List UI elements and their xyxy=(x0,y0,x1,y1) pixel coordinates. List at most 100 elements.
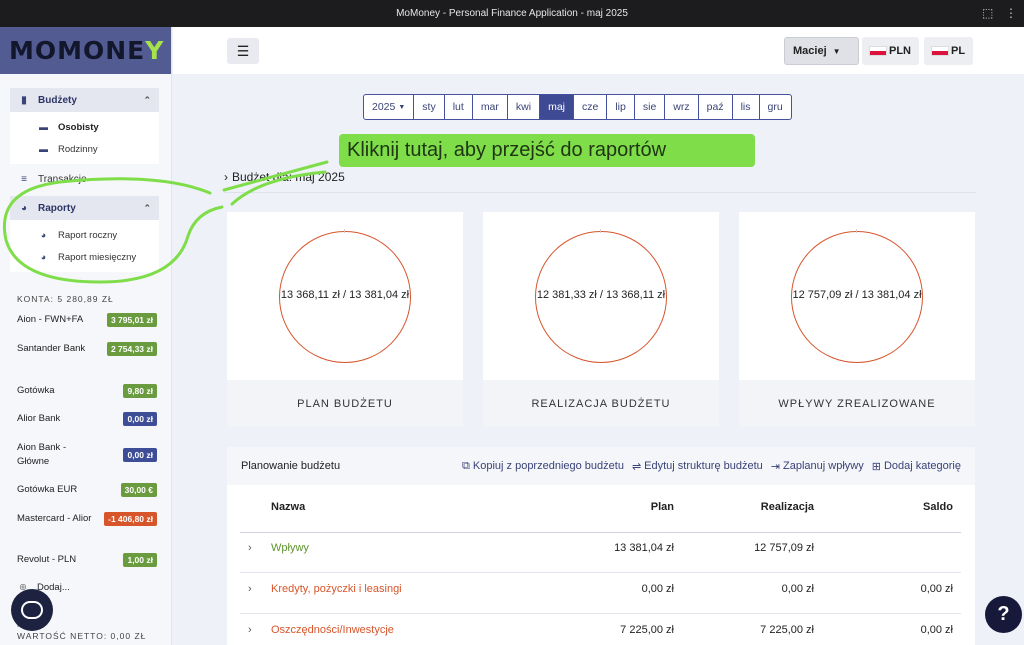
account-item[interactable]: Gotówka 9,80 zł xyxy=(17,384,157,398)
table-row[interactable]: › Wpływy 13 381,04 zł 12 757,09 zł xyxy=(240,542,961,573)
menu-toggle-button[interactable]: ☰ xyxy=(227,38,259,64)
budgets-section: ▮ Budżety ⌃ ▬ Osobisty ▬ Rodzinny xyxy=(10,88,159,164)
card-label: PLAN BUDŻETU xyxy=(227,380,463,427)
account-balance-badge: 0,00 zł xyxy=(123,412,157,426)
month-sty[interactable]: sty xyxy=(413,95,443,119)
income-realized-card: 12 757,09 zł / 13 381,04 zł WPŁYWY ZREAL… xyxy=(739,212,975,427)
account-item[interactable]: Alior Bank 0,00 zł xyxy=(17,412,157,426)
budgets-header[interactable]: ▮ Budżety ⌃ xyxy=(10,88,159,112)
card-value: 12 757,09 zł / 13 381,04 zł xyxy=(792,289,922,301)
account-item[interactable]: Revolut - PLN 1,00 zł xyxy=(17,553,157,567)
user-menu-button[interactable]: Maciej ▼ xyxy=(784,37,859,65)
month-sie[interactable]: sie xyxy=(633,95,664,119)
language-button[interactable]: PL xyxy=(924,37,974,65)
logo[interactable]: MOMONE Y xyxy=(0,27,171,74)
chevron-right-icon[interactable]: › xyxy=(248,624,252,636)
account-name: Aion Bank - Główne xyxy=(17,442,67,467)
add-icon: ⊞ xyxy=(871,460,881,473)
table-row[interactable]: › Kredyty, pożyczki i leasingi 0,00 zł 0… xyxy=(240,583,961,614)
ring-tick xyxy=(600,229,601,233)
money-icon: ▬ xyxy=(39,122,48,132)
sidebar-item-label: Raport miesięczny xyxy=(58,251,137,263)
row-plan: 0,00 zł xyxy=(641,583,674,595)
account-name: Gotówka EUR xyxy=(17,484,78,495)
pie-chart-icon: ◕ xyxy=(40,230,47,240)
row-plan: 13 381,04 zł xyxy=(614,542,674,554)
card-value: 13 368,11 zł / 13 381,04 zł xyxy=(280,289,410,301)
month-maj[interactable]: maj xyxy=(539,95,573,119)
chevron-right-icon[interactable]: › xyxy=(248,542,252,554)
divider xyxy=(224,192,976,193)
month-lis[interactable]: lis xyxy=(731,95,759,119)
card-label: WPŁYWY ZREALIZOWANE xyxy=(739,380,975,427)
account-item[interactable]: Aion Bank - Główne 0,00 zł xyxy=(17,441,157,469)
sidebar-item-osobisty[interactable]: ▬ Osobisty xyxy=(10,116,159,138)
account-balance-badge: 3 795,01 zł xyxy=(106,313,157,327)
row-plan: 7 225,00 zł xyxy=(620,624,674,636)
budget-title-text: Budżet dla: maj 2025 xyxy=(232,170,345,184)
chevron-right-icon[interactable]: › xyxy=(248,583,252,595)
account-item[interactable]: Aion - FWN+FA 3 795,01 zł xyxy=(17,313,157,327)
currency-button[interactable]: PLN xyxy=(862,37,919,65)
sidebar: MOMONE Y ▮ Budżety ⌃ ▬ Osobisty ▬ Rodzinny ≡ T… xyxy=(0,27,172,645)
action-label: Dodaj kategorię xyxy=(883,460,961,472)
budget-realization-card: 12 381,33 zł / 13 368,11 zł REALIZACJA B… xyxy=(483,212,719,427)
account-name: Santander Bank xyxy=(17,343,86,354)
reports-section: ◕ Raporty ⌃ ◕ Raport roczny ◕ Raport miesięc… xyxy=(10,196,159,272)
pie-chart-icon: ◕ xyxy=(40,252,47,262)
more-icon[interactable]: ⋮ xyxy=(1005,6,1017,20)
top-header: ☰ Maciej ▼ PLN PL xyxy=(173,27,1024,74)
help-button[interactable]: ? xyxy=(985,596,1022,633)
edit-structure-button[interactable]: ⇌ Edytuj strukturę budżetu xyxy=(632,460,763,473)
month-wrz[interactable]: wrz xyxy=(664,95,697,119)
window-titlebar: MoMoney - Personal Finance Application -… xyxy=(0,0,1024,27)
month-cze[interactable]: cze xyxy=(573,95,606,119)
account-balance-badge: 0,00 zł xyxy=(123,448,157,462)
action-label: Kopiuj z poprzedniego budżetu xyxy=(472,460,624,472)
money-icon: ▬ xyxy=(39,144,48,154)
ring-tick xyxy=(344,229,345,233)
chevron-up-icon: ⌃ xyxy=(143,202,151,213)
table-row[interactable]: › Oszczędności/Inwestycje 7 225,00 zł 7 … xyxy=(240,624,961,645)
plan-income-button[interactable]: ⇥ Zaplanuj wpływy xyxy=(771,460,864,473)
extensions-icon[interactable]: ⬚ xyxy=(982,6,993,20)
plan-budget-card: 13 368,11 zł / 13 381,04 zł PLAN BUDŻETU xyxy=(227,212,463,427)
account-balance-badge: -1 406,80 zł xyxy=(104,512,157,526)
account-item[interactable]: Gotówka EUR 30,00 € xyxy=(17,483,157,497)
sidebar-item-label: Osobisty xyxy=(58,121,99,133)
reports-label: Raporty xyxy=(38,202,76,214)
month-gru[interactable]: gru xyxy=(758,95,791,119)
month-mar[interactable]: mar xyxy=(471,95,507,119)
flag-pl-icon xyxy=(870,47,886,55)
sidebar-item-raport-miesieczny[interactable]: ◕ Raport miesięczny xyxy=(10,246,159,268)
month-lip[interactable]: lip xyxy=(606,95,634,119)
account-item[interactable]: Mastercard - Alior -1 406,80 zł xyxy=(17,512,157,526)
flag-pl-icon xyxy=(932,47,948,55)
account-item[interactable]: Santander Bank 2 754,33 zł xyxy=(17,342,157,356)
month-lut[interactable]: lut xyxy=(443,95,472,119)
pie-chart-icon: ◕ xyxy=(20,202,28,214)
month-paz[interactable]: paź xyxy=(697,95,732,119)
add-category-button[interactable]: ⊞ Dodaj kategorię xyxy=(872,460,961,473)
account-balance-badge: 9,80 zł xyxy=(123,384,157,398)
reports-header[interactable]: ◕ Raporty ⌃ xyxy=(10,196,159,220)
copy-budget-button[interactable]: ⧉ Kopiuj z poprzedniego budżetu xyxy=(462,460,624,473)
table-header: Nazwa Plan Realizacja Saldo xyxy=(240,501,961,533)
chat-widget-button[interactable] xyxy=(11,589,53,631)
account-balance-badge: 30,00 € xyxy=(120,483,157,497)
row-realization: 12 757,09 zł xyxy=(754,542,814,554)
logo-accent: Y xyxy=(145,36,165,65)
month-kwi[interactable]: kwi xyxy=(506,95,539,119)
sidebar-item-rodzinny[interactable]: ▬ Rodzinny xyxy=(10,138,159,160)
year-dropdown[interactable]: 2025 ▼ xyxy=(364,95,413,119)
column-header: Realizacja xyxy=(760,501,814,513)
sidebar-item-raport-roczny[interactable]: ◕ Raport roczny xyxy=(10,224,159,246)
month-selector: 2025 ▼ sty lut mar kwi maj cze lip sie wr… xyxy=(363,94,792,120)
account-name: Revolut - PLN xyxy=(17,554,77,565)
account-balance-badge: 1,00 zł xyxy=(123,553,157,567)
row-balance: 0,00 zł xyxy=(920,624,953,636)
copy-icon: ⧉ xyxy=(462,459,470,472)
chevron-down-icon: ▼ xyxy=(832,46,841,56)
sidebar-item-transakcje[interactable]: ≡ Transakcje xyxy=(18,168,159,190)
structure-icon: ⇌ xyxy=(631,460,642,473)
